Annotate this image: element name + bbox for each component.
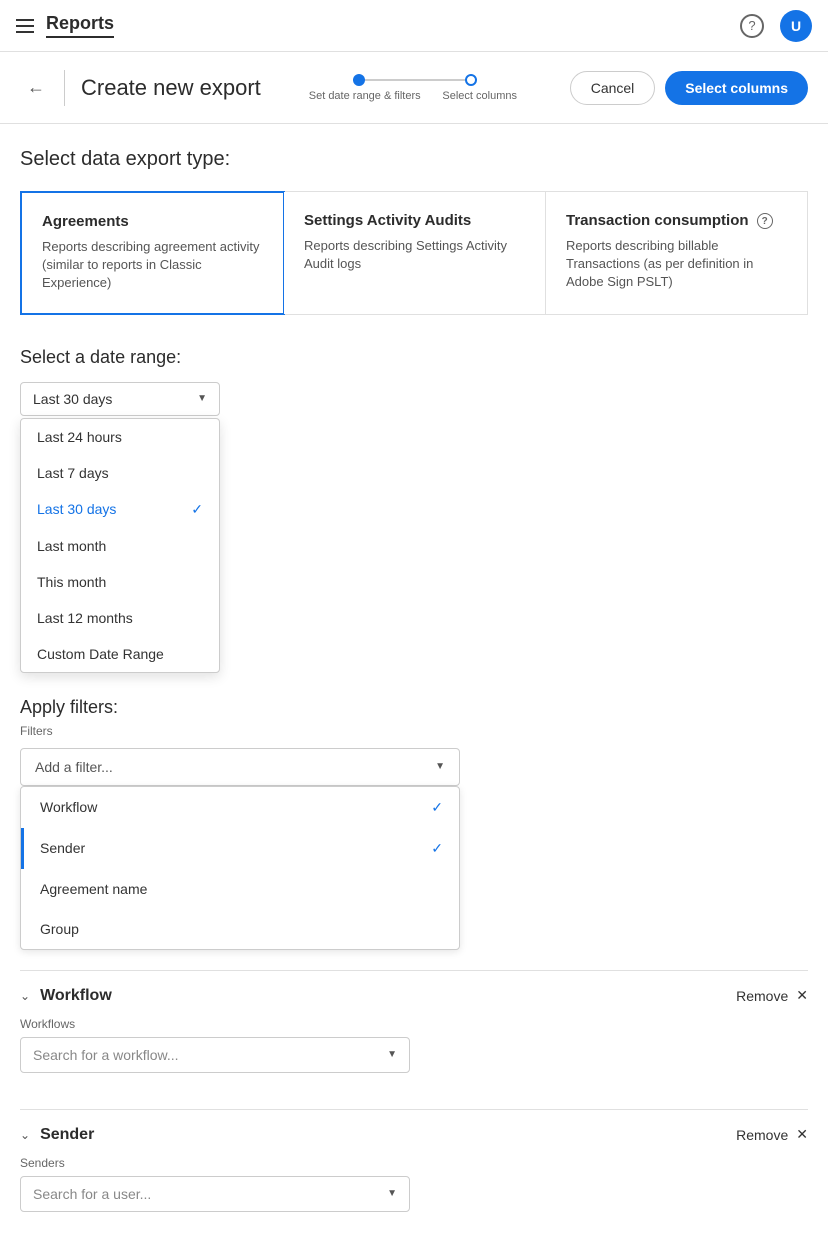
sender-search-placeholder: Search for a user... bbox=[33, 1186, 151, 1202]
workflow-filter-right: Remove ✕ bbox=[736, 987, 808, 1004]
step-line bbox=[365, 79, 465, 81]
step-1-label: Set date range & filters bbox=[300, 90, 430, 102]
date-option-this-month[interactable]: This month bbox=[21, 564, 219, 600]
workflow-filter-block: ⌄ Workflow Remove ✕ Workflows Search for… bbox=[20, 970, 808, 1089]
step-1-dot bbox=[353, 74, 365, 86]
filters-label: Filters bbox=[20, 724, 808, 738]
cancel-button[interactable]: Cancel bbox=[570, 71, 656, 105]
header-bar: ← Create new export Set date range & fil… bbox=[0, 52, 828, 124]
export-card-settings-desc: Reports describing Settings Activity Aud… bbox=[304, 237, 525, 273]
workflow-filter-left: ⌄ Workflow bbox=[20, 987, 112, 1005]
step-2-dot bbox=[465, 74, 477, 86]
add-filter-placeholder: Add a filter... bbox=[35, 759, 113, 775]
date-option-30d[interactable]: Last 30 days ✓ bbox=[21, 491, 219, 528]
date-range-section: Select a date range: Last 30 days ▼ Last… bbox=[20, 347, 808, 673]
date-option-custom[interactable]: Custom Date Range bbox=[21, 636, 219, 672]
export-card-transaction-desc: Reports describing billable Transactions… bbox=[566, 237, 787, 292]
workflow-search-placeholder: Search for a workflow... bbox=[33, 1047, 179, 1063]
workflow-filter-title: Workflow bbox=[40, 987, 112, 1005]
sender-filter-block: ⌄ Sender Remove ✕ Senders Search for a u… bbox=[20, 1109, 808, 1228]
main-content: Select data export type: Agreements Repo… bbox=[0, 124, 828, 1252]
export-type-title: Select data export type: bbox=[20, 148, 808, 171]
sender-filter-left: ⌄ Sender bbox=[20, 1126, 94, 1144]
workflow-remove-button[interactable]: Remove bbox=[736, 988, 788, 1004]
workflow-dropdown-icon: ▼ bbox=[387, 1049, 397, 1060]
sender-filter-right: Remove ✕ bbox=[736, 1126, 808, 1143]
filter-option-agreement-name[interactable]: Agreement name bbox=[21, 869, 459, 909]
export-card-settings[interactable]: Settings Activity Audits Reports describ… bbox=[284, 192, 546, 314]
export-card-agreements-title: Agreements bbox=[42, 213, 263, 230]
export-card-agreements-desc: Reports describing agreement activity (s… bbox=[42, 238, 263, 293]
filters-title: Apply filters: bbox=[20, 697, 808, 718]
workflow-chevron-icon[interactable]: ⌄ bbox=[20, 989, 30, 1003]
workflow-search-input[interactable]: Search for a workflow... ▼ bbox=[20, 1037, 410, 1073]
nav-right: ? U bbox=[740, 10, 812, 42]
info-icon: ? bbox=[757, 213, 773, 229]
date-range-title: Select a date range: bbox=[20, 347, 808, 368]
dropdown-arrow-icon: ▼ bbox=[197, 393, 207, 404]
help-icon[interactable]: ? bbox=[740, 14, 764, 38]
workflow-filter-header: ⌄ Workflow Remove ✕ bbox=[20, 987, 808, 1005]
avatar[interactable]: U bbox=[780, 10, 812, 42]
filter-option-workflow[interactable]: Workflow ✓ bbox=[21, 787, 459, 828]
date-option-12m[interactable]: Last 12 months bbox=[21, 600, 219, 636]
top-nav: Reports ? U bbox=[0, 0, 828, 52]
date-option-last-month[interactable]: Last month bbox=[21, 528, 219, 564]
header-title: Create new export bbox=[81, 75, 261, 101]
step-2-label: Select columns bbox=[430, 90, 530, 102]
workflow-sub-label: Workflows bbox=[20, 1017, 808, 1031]
date-range-selected: Last 30 days bbox=[33, 391, 112, 407]
export-card-transaction[interactable]: Transaction consumption ? Reports descri… bbox=[546, 192, 807, 314]
check-icon-30d: ✓ bbox=[191, 501, 203, 518]
export-card-transaction-title: Transaction consumption ? bbox=[566, 212, 787, 229]
date-range-dropdown[interactable]: Last 30 days ▼ bbox=[20, 382, 220, 416]
header-divider bbox=[64, 70, 65, 106]
export-card-agreements[interactable]: Agreements Reports describing agreement … bbox=[20, 191, 285, 315]
sender-filter-title: Sender bbox=[40, 1126, 94, 1144]
hamburger-icon[interactable] bbox=[16, 19, 34, 33]
export-card-settings-title: Settings Activity Audits bbox=[304, 212, 525, 229]
sender-chevron-icon[interactable]: ⌄ bbox=[20, 1128, 30, 1142]
header-actions: Cancel Select columns bbox=[570, 71, 808, 105]
workflow-close-icon[interactable]: ✕ bbox=[796, 987, 808, 1004]
add-filter-dropdown[interactable]: Add a filter... ▼ bbox=[20, 748, 460, 786]
sender-check-icon: ✓ bbox=[431, 840, 443, 857]
date-range-menu: Last 24 hours Last 7 days Last 30 days ✓… bbox=[20, 418, 220, 673]
filter-options-list: Workflow ✓ Sender ✓ Agreement name Group bbox=[20, 786, 460, 950]
export-cards: Agreements Reports describing agreement … bbox=[20, 191, 808, 315]
sender-filter-header: ⌄ Sender Remove ✕ bbox=[20, 1126, 808, 1144]
workflow-check-icon: ✓ bbox=[431, 799, 443, 816]
filter-option-sender[interactable]: Sender ✓ bbox=[21, 828, 459, 869]
sender-sub-label: Senders bbox=[20, 1156, 808, 1170]
filter-option-group[interactable]: Group bbox=[21, 909, 459, 949]
date-option-7d[interactable]: Last 7 days bbox=[21, 455, 219, 491]
date-range-dropdown-wrapper: Last 30 days ▼ Last 24 hours Last 7 days… bbox=[20, 382, 220, 673]
sender-remove-button[interactable]: Remove bbox=[736, 1127, 788, 1143]
date-option-24h[interactable]: Last 24 hours bbox=[21, 419, 219, 455]
sender-close-icon[interactable]: ✕ bbox=[796, 1126, 808, 1143]
sender-search-input[interactable]: Search for a user... ▼ bbox=[20, 1176, 410, 1212]
back-button[interactable]: ← bbox=[20, 72, 52, 104]
select-columns-button[interactable]: Select columns bbox=[665, 71, 808, 105]
sender-dropdown-icon: ▼ bbox=[387, 1188, 397, 1199]
filters-section: Apply filters: Filters Add a filter... ▼… bbox=[20, 697, 808, 1228]
stepper: Set date range & filters Select columns bbox=[300, 74, 530, 102]
nav-title: Reports bbox=[46, 13, 114, 38]
add-filter-arrow-icon: ▼ bbox=[435, 761, 445, 772]
